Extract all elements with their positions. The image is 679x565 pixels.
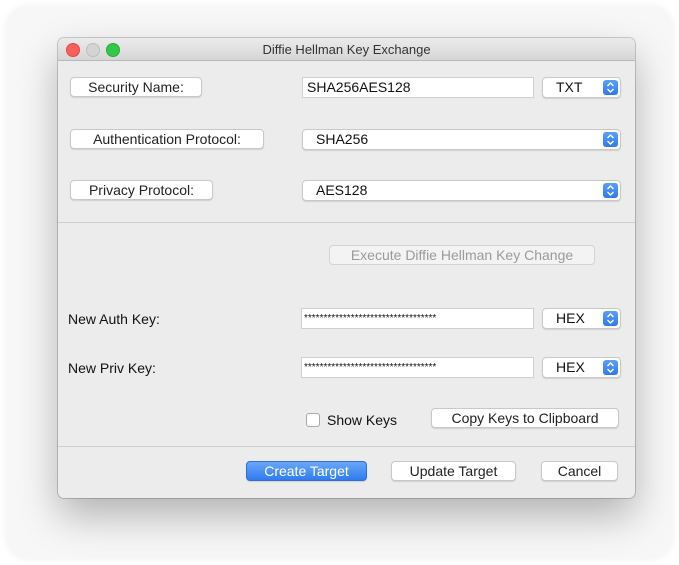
- new-priv-key-label: New Priv Key:: [68, 360, 156, 376]
- create-target-button[interactable]: Create Target: [246, 461, 367, 481]
- execute-key-change-button[interactable]: Execute Diffie Hellman Key Change: [329, 245, 595, 265]
- privacy-protocol-select[interactable]: AES128: [302, 180, 621, 201]
- up-down-arrows-icon: [603, 311, 618, 326]
- dialog-window: Diffie Hellman Key Exchange Security Nam…: [58, 38, 635, 498]
- security-name-format-value: TXT: [556, 79, 583, 95]
- copy-keys-button[interactable]: Copy Keys to Clipboard: [431, 408, 619, 428]
- new-auth-key-field[interactable]: **********************************: [301, 308, 534, 329]
- new-auth-key-format-value: HEX: [556, 310, 585, 326]
- update-target-button[interactable]: Update Target: [391, 461, 516, 481]
- new-priv-key-format-value: HEX: [556, 359, 585, 375]
- privacy-protocol-button[interactable]: Privacy Protocol:: [70, 180, 213, 200]
- cancel-button[interactable]: Cancel: [541, 461, 618, 481]
- up-down-arrows-icon: [603, 80, 618, 95]
- security-name-field[interactable]: SHA256AES128: [302, 77, 534, 98]
- show-keys-label[interactable]: Show Keys: [327, 412, 397, 428]
- window-title: Diffie Hellman Key Exchange: [262, 42, 431, 57]
- new-priv-key-format-select[interactable]: HEX: [542, 357, 621, 378]
- security-name-button[interactable]: Security Name:: [70, 77, 202, 97]
- up-down-arrows-icon: [603, 360, 618, 375]
- show-keys-checkbox[interactable]: [306, 413, 320, 427]
- up-down-arrows-icon: [603, 183, 618, 198]
- privacy-protocol-value: AES128: [316, 182, 368, 198]
- title-bar[interactable]: Diffie Hellman Key Exchange: [58, 38, 635, 61]
- new-auth-key-format-select[interactable]: HEX: [542, 308, 621, 329]
- new-auth-key-label: New Auth Key:: [68, 311, 160, 327]
- authentication-protocol-value: SHA256: [316, 131, 369, 147]
- new-priv-key-field[interactable]: **********************************: [301, 357, 534, 378]
- authentication-protocol-select[interactable]: SHA256: [302, 129, 621, 150]
- authentication-protocol-button[interactable]: Authentication Protocol:: [70, 129, 264, 149]
- footer-separator: [58, 446, 635, 447]
- up-down-arrows-icon: [603, 132, 618, 147]
- section-separator: [58, 222, 635, 223]
- security-name-format-select[interactable]: TXT: [542, 77, 621, 98]
